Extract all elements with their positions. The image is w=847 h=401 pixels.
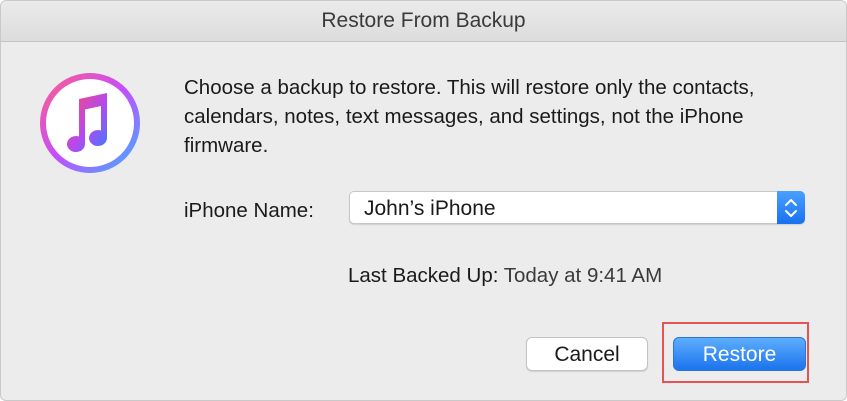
iphone-name-label: iPhone Name:	[184, 199, 314, 222]
last-backed-up: Last Backed Up: Today at 9:41 AM	[348, 264, 662, 288]
restore-dialog: Restore From Backup Choose a backup to r…	[0, 0, 847, 401]
restore-highlight-box	[662, 322, 809, 383]
last-backed-up-label: Last Backed Up:	[348, 264, 499, 287]
chevron-updown-icon[interactable]	[777, 191, 805, 224]
restore-message: Choose a backup to restore. This will re…	[184, 76, 755, 157]
last-backed-up-value: Today at 9:41 AM	[503, 264, 663, 287]
iphone-name-value: John’s iPhone	[364, 197, 496, 220]
iphone-name-popup[interactable]: John’s iPhone	[349, 191, 805, 224]
itunes-music-note-icon	[40, 73, 140, 173]
window-title: Restore From Backup	[1, 1, 846, 42]
cancel-button[interactable]: Cancel	[526, 337, 648, 371]
